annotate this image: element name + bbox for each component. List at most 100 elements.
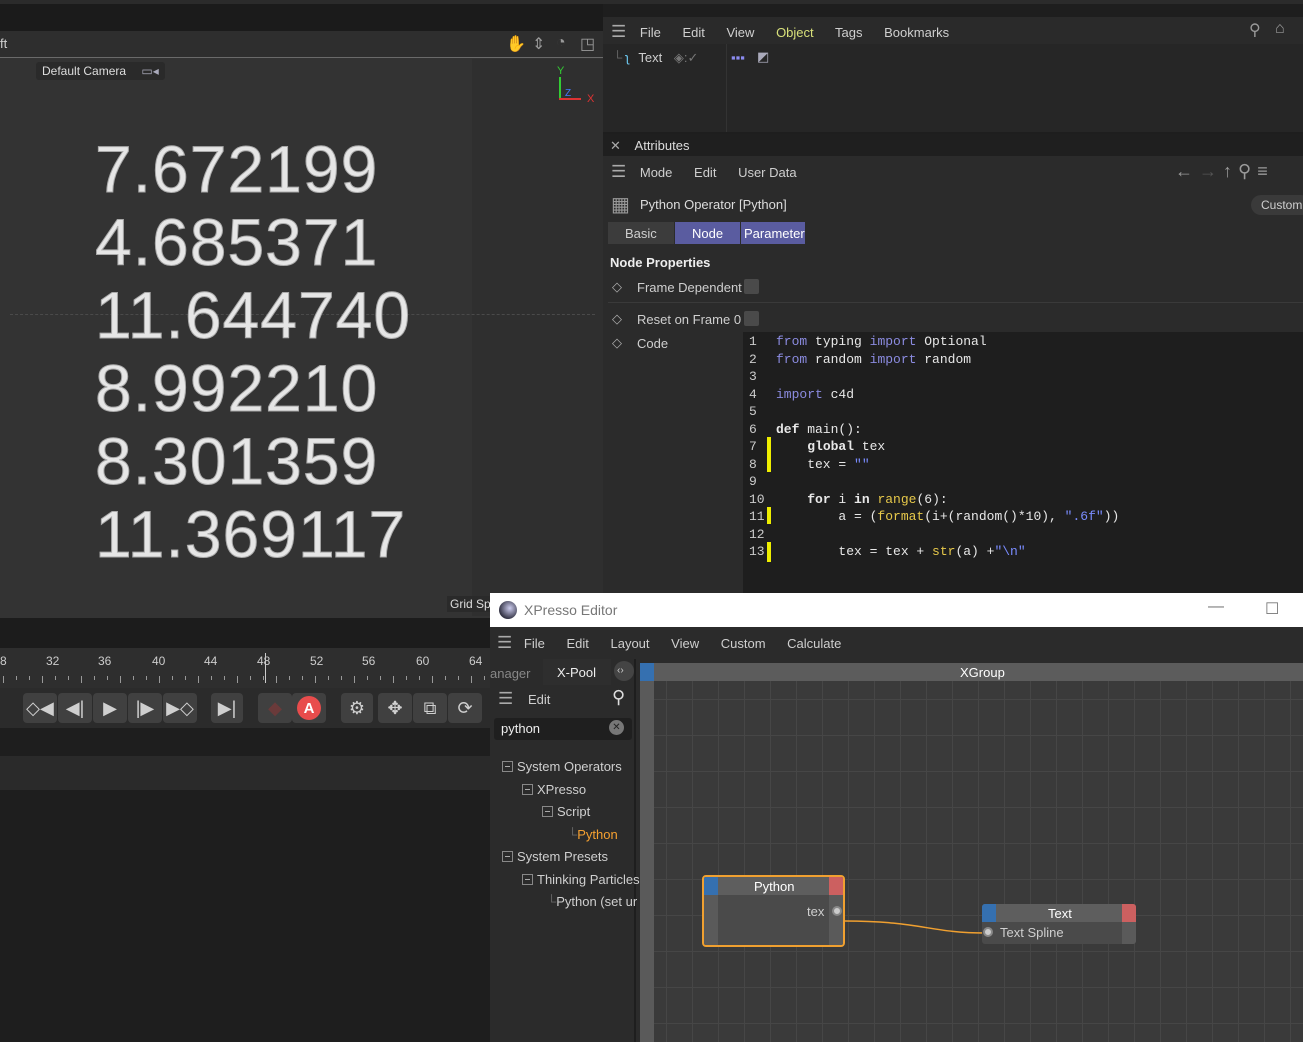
tree-item[interactable]: Thinking Particles bbox=[522, 872, 640, 887]
output-port[interactable] bbox=[832, 906, 842, 916]
menu-mode[interactable]: Mode bbox=[640, 165, 673, 180]
text-node[interactable]: Text Text Spline bbox=[982, 904, 1136, 944]
menu-layout[interactable]: Layout bbox=[610, 636, 649, 651]
code-line: from random import random bbox=[776, 351, 972, 367]
prev-frame-button[interactable]: ◀| bbox=[58, 693, 92, 723]
python-node[interactable]: Python tex bbox=[702, 875, 845, 947]
tab-basic[interactable]: Basic bbox=[608, 222, 674, 244]
code-line: tex = "" bbox=[776, 456, 870, 472]
play-button[interactable]: ▶ bbox=[93, 693, 127, 723]
tree-item-python[interactable]: └Python bbox=[568, 827, 618, 842]
menu-custom[interactable]: Custom bbox=[721, 636, 766, 651]
menu-view[interactable]: View bbox=[726, 25, 754, 40]
close-icon[interactable]: ✕ bbox=[610, 138, 621, 153]
tree-item[interactable]: System Operators bbox=[502, 759, 622, 774]
move-icon[interactable]: ⇕ bbox=[532, 34, 545, 54]
menu-edit[interactable]: Edit bbox=[682, 25, 704, 40]
menu-file[interactable]: File bbox=[640, 25, 661, 40]
input-port[interactable] bbox=[983, 927, 993, 937]
tree-item[interactable]: └Python (set ur bbox=[547, 894, 637, 909]
frame-dependent-checkbox[interactable] bbox=[744, 279, 759, 294]
menu-edit[interactable]: Edit bbox=[566, 636, 588, 651]
rotate-icon[interactable]: ◔ bbox=[556, 34, 566, 52]
home-icon[interactable]: ⌂ bbox=[1275, 20, 1285, 38]
tick-mark bbox=[419, 676, 420, 680]
back-arrow-icon[interactable]: ← bbox=[1175, 161, 1199, 181]
autokey-button[interactable]: A bbox=[292, 693, 326, 723]
text-line: 11.369117 bbox=[94, 497, 407, 572]
connection-wire bbox=[844, 920, 986, 934]
menu-file[interactable]: File bbox=[524, 636, 545, 651]
filter-icon[interactable]: ≡ bbox=[1257, 161, 1274, 181]
up-arrow-icon[interactable]: ↑ bbox=[1223, 161, 1238, 181]
next-key-button[interactable]: ▶◇ bbox=[163, 693, 197, 723]
key-move-button[interactable]: ✥ bbox=[378, 693, 412, 723]
line-number: 2 bbox=[749, 351, 757, 367]
tick-mark bbox=[432, 676, 433, 683]
menu-icon[interactable]: ☰ bbox=[611, 162, 626, 181]
keyframe-icon: ◇ bbox=[612, 279, 622, 294]
camera-label[interactable]: Default Camera ▭◂ bbox=[36, 62, 165, 80]
section-title: Node Properties bbox=[610, 255, 711, 270]
tick-mark bbox=[263, 676, 264, 680]
clear-icon[interactable]: ✕ bbox=[609, 720, 624, 735]
search-input[interactable]: python ✕ bbox=[494, 718, 632, 740]
key-rotate-button[interactable]: ⟳ bbox=[448, 693, 482, 723]
layout-icon[interactable]: ◳ bbox=[580, 34, 595, 54]
tree-item[interactable]: Script bbox=[542, 804, 590, 819]
next-frame-button[interactable]: |▶ bbox=[128, 693, 162, 723]
custom-button[interactable]: Custom bbox=[1251, 195, 1303, 215]
settings-button[interactable]: ⚙ bbox=[341, 693, 373, 723]
menu-icon[interactable]: ☰ bbox=[498, 689, 513, 709]
code-line: for i in range(6): bbox=[807, 491, 948, 507]
phong-tag-icon[interactable]: ◩ bbox=[757, 49, 769, 65]
menu-icon[interactable]: ☰ bbox=[497, 633, 512, 652]
tick-mark bbox=[159, 676, 160, 683]
cinema4d-logo-icon bbox=[499, 601, 517, 619]
frame-tick-label: 52 bbox=[310, 654, 324, 668]
tab-manager[interactable]: anager bbox=[490, 666, 530, 681]
menu-bookmarks[interactable]: Bookmarks bbox=[884, 25, 949, 40]
object-row-text[interactable]: └ ʅ Text ◈:✓ bbox=[613, 50, 728, 70]
tick-mark bbox=[315, 676, 316, 683]
timeline[interactable]: 8 32 36 40 44 48 52 56 60 64 bbox=[0, 648, 490, 688]
key-scale-button[interactable]: ⧉ bbox=[413, 693, 447, 723]
maximize-button[interactable]: ☐ bbox=[1265, 599, 1279, 619]
tick-mark bbox=[211, 676, 212, 680]
line-number: 6 bbox=[749, 421, 757, 437]
tick-mark bbox=[237, 676, 238, 683]
tick-mark bbox=[133, 676, 134, 680]
menu-tags[interactable]: Tags bbox=[835, 25, 862, 40]
menu-edit[interactable]: Edit bbox=[694, 165, 716, 180]
playhead[interactable] bbox=[265, 653, 266, 683]
minimize-button[interactable]: — bbox=[1208, 598, 1224, 616]
tab-parameter[interactable]: Parameter bbox=[741, 222, 805, 244]
reset-frame0-checkbox[interactable] bbox=[744, 311, 759, 326]
expand-button[interactable]: ‹› bbox=[614, 661, 634, 681]
tree-item[interactable]: XPresso bbox=[522, 782, 586, 797]
node-graph[interactable]: XGroup Python tex Text Text Spline bbox=[640, 663, 1303, 1042]
frame-tick-label: 60 bbox=[416, 654, 430, 668]
menu-view[interactable]: View bbox=[671, 636, 699, 651]
tree-item[interactable]: System Presets bbox=[502, 849, 608, 864]
pan-icon[interactable]: ✋ bbox=[506, 34, 526, 54]
xpresso-editor-window: XPresso Editor — ☐ ☰ File Edit Layout Vi… bbox=[490, 593, 1303, 1042]
menu-user-data[interactable]: User Data bbox=[738, 165, 797, 180]
record-button[interactable]: ◆ bbox=[258, 693, 292, 723]
menu-edit[interactable]: Edit bbox=[528, 692, 550, 707]
menu-calculate[interactable]: Calculate bbox=[787, 636, 841, 651]
xpresso-tag-icon[interactable]: ▪▪▪ bbox=[731, 50, 745, 65]
menu-object[interactable]: Object bbox=[776, 25, 814, 40]
frame-tick-label: 36 bbox=[98, 654, 112, 668]
forward-arrow-icon[interactable]: → bbox=[1199, 161, 1223, 181]
search-icon[interactable]: ⚲ bbox=[612, 687, 625, 708]
search-icon[interactable]: ⚲ bbox=[1238, 161, 1257, 181]
go-end-button[interactable]: ▶| bbox=[211, 693, 243, 723]
menu-icon[interactable]: ☰ bbox=[611, 22, 626, 41]
prev-key-button[interactable]: ◇◀ bbox=[23, 693, 57, 723]
code-editor[interactable]: 1 2 3 4 5 6 7 8 9 10 11 12 13 from typing import Opt… bbox=[743, 332, 1303, 594]
tab-node[interactable]: Node bbox=[675, 222, 740, 244]
search-icon[interactable]: ⚲ bbox=[1249, 20, 1261, 40]
tab-xpool[interactable]: X-Pool bbox=[543, 659, 611, 685]
